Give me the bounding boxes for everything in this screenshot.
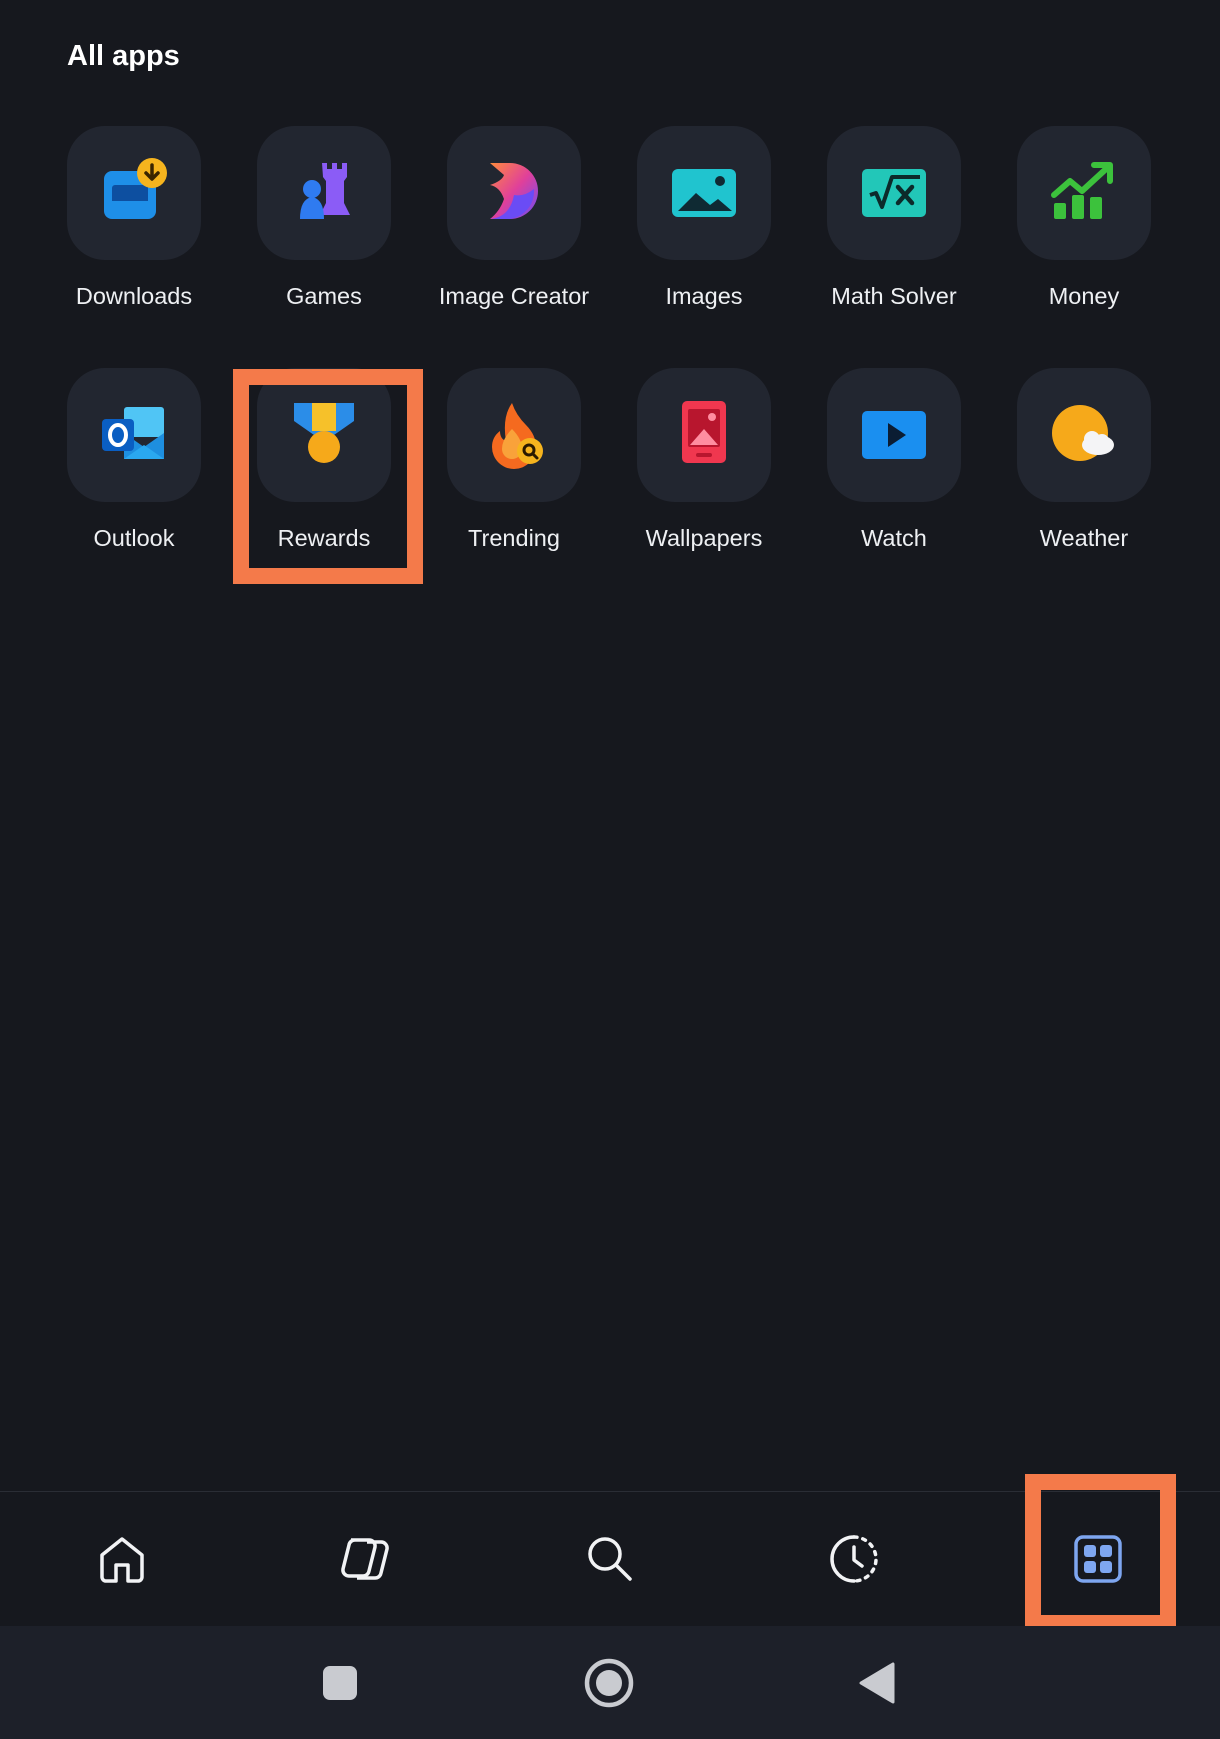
app-label: Weather	[1039, 525, 1129, 551]
watch-icon	[827, 368, 961, 502]
app-label: Trending	[468, 525, 560, 551]
money-icon	[1017, 126, 1151, 260]
home-circle-icon	[584, 1658, 634, 1707]
copilot-icon	[341, 1538, 389, 1580]
recents-square-icon	[323, 1665, 357, 1700]
home-icon	[100, 1537, 144, 1583]
wallpapers-icon	[637, 368, 771, 502]
nav-home-button[interactable]	[0, 1492, 244, 1626]
outlook-icon	[67, 368, 201, 502]
app-label: Watch	[861, 525, 927, 551]
app-image-creator[interactable]: Image Creator	[419, 126, 609, 310]
history-icon	[830, 1535, 878, 1583]
app-label: Math Solver	[831, 283, 957, 309]
nav-search-button[interactable]	[488, 1492, 732, 1626]
back-button[interactable]	[817, 1626, 937, 1739]
app-games[interactable]: Games	[229, 126, 419, 310]
app-images[interactable]: Images	[609, 126, 799, 310]
image-creator-icon	[447, 126, 581, 260]
search-icon	[588, 1537, 632, 1581]
app-wallpapers[interactable]: Wallpapers	[609, 368, 799, 552]
games-icon	[257, 126, 391, 260]
app-trending[interactable]: Trending	[419, 368, 609, 552]
app-rewards[interactable]: Rewards	[229, 368, 419, 552]
math-solver-icon	[827, 126, 961, 260]
app-label: Outlook	[93, 525, 175, 551]
downloads-icon	[67, 126, 201, 260]
app-label: Money	[1048, 283, 1120, 309]
home-system-button[interactable]	[549, 1626, 669, 1739]
weather-icon	[1017, 368, 1151, 502]
nav-copilot-button[interactable]	[244, 1492, 488, 1626]
recents-button[interactable]	[280, 1626, 400, 1739]
app-watch[interactable]: Watch	[799, 368, 989, 552]
app-label: Wallpapers	[645, 525, 763, 551]
back-triangle-icon	[859, 1662, 895, 1703]
app-label: Image Creator	[438, 283, 590, 309]
app-label: Rewards	[277, 525, 371, 551]
nav-apps-button[interactable]	[976, 1492, 1220, 1626]
app-math-solver[interactable]: Math Solver	[799, 126, 989, 310]
app-label: Games	[286, 283, 362, 309]
apps-grid: Downloads Games Image Creator Images Mat…	[0, 0, 1220, 600]
app-weather[interactable]: Weather	[989, 368, 1179, 552]
trending-icon	[447, 368, 581, 502]
app-money[interactable]: Money	[989, 126, 1179, 310]
app-label: Downloads	[75, 283, 193, 309]
rewards-icon	[257, 368, 391, 502]
app-label: Images	[665, 283, 743, 309]
system-navigation-bar	[0, 1626, 1220, 1739]
apps-grid-icon	[1074, 1535, 1122, 1583]
images-icon	[637, 126, 771, 260]
app-downloads[interactable]: Downloads	[39, 126, 229, 310]
app-outlook[interactable]: Outlook	[39, 368, 229, 552]
bottom-nav	[0, 1492, 1220, 1626]
nav-history-button[interactable]	[732, 1492, 976, 1626]
